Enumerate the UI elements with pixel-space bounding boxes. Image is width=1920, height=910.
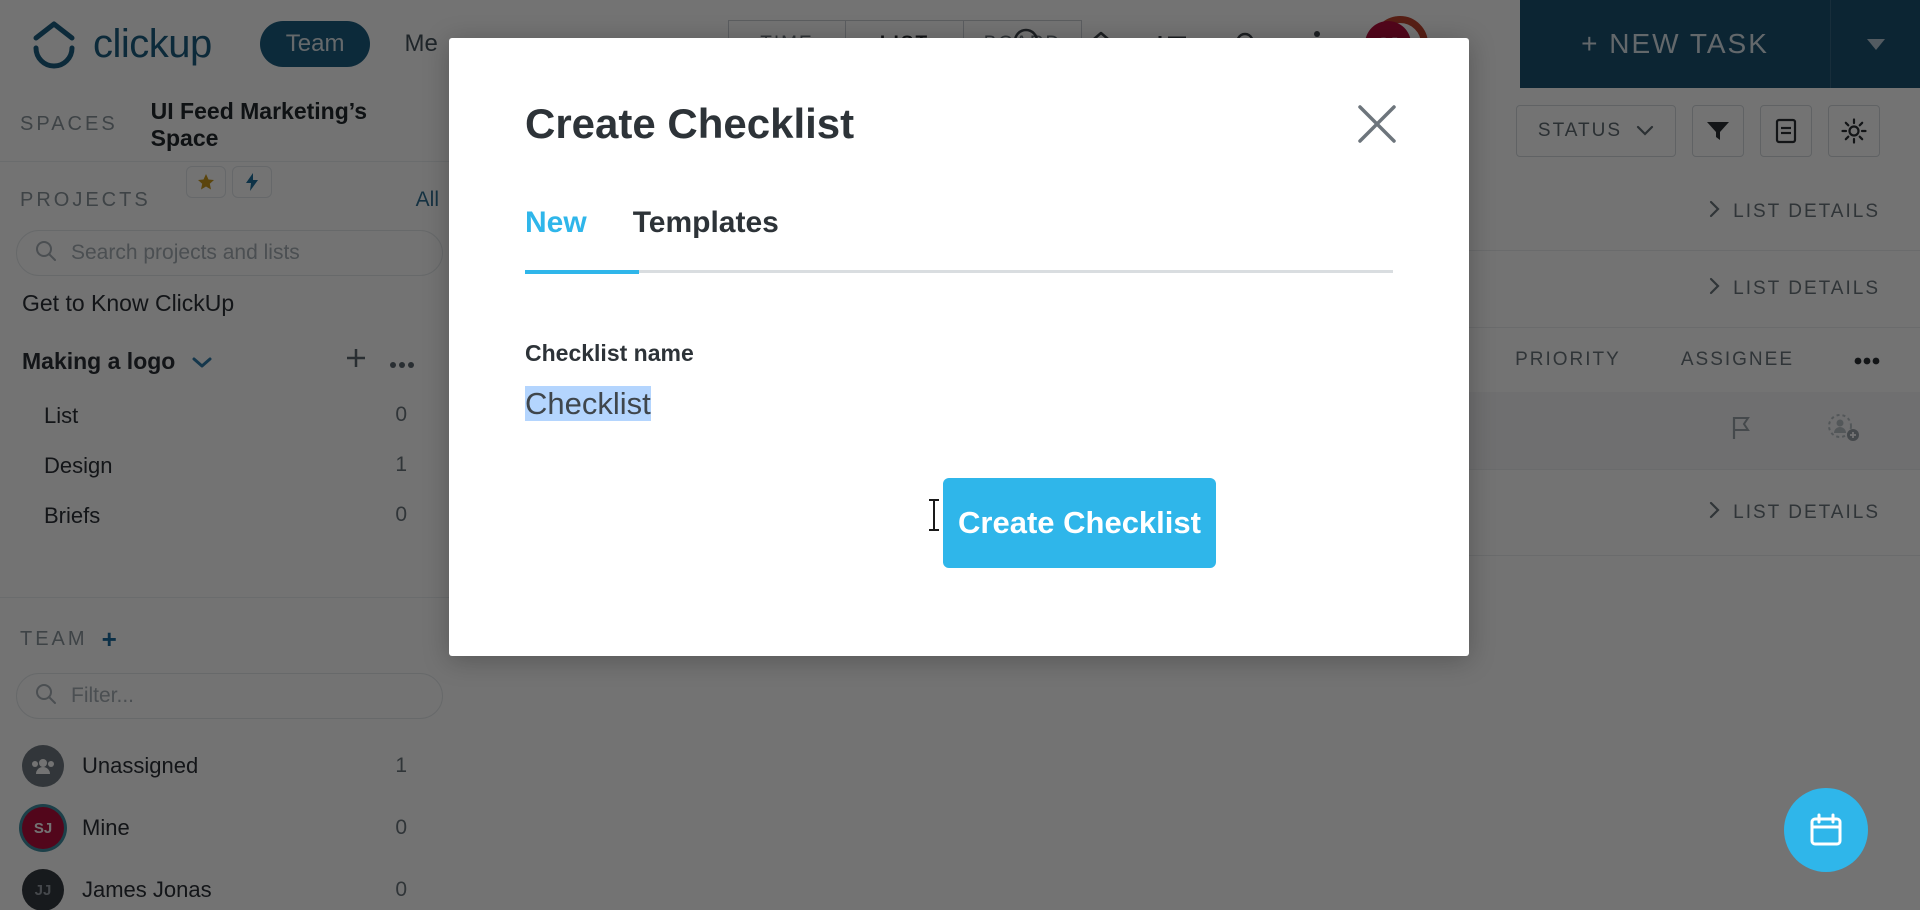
calendar-icon — [1810, 813, 1842, 846]
team-member-mine[interactable]: SJ Mine 0 — [0, 797, 459, 859]
modal-tab-active-indicator — [525, 270, 639, 274]
more-options-icon[interactable] — [389, 348, 437, 375]
chevron-right-icon — [1709, 200, 1721, 224]
member-task-count: 1 — [395, 754, 407, 777]
new-task-label: + NEW TASK — [1581, 28, 1769, 59]
list-count: 0 — [395, 403, 407, 426]
create-checklist-modal: Create Checklist New Templates Checklist… — [449, 38, 1469, 656]
scope-team-button[interactable]: Team — [259, 21, 371, 67]
lightning-icon[interactable] — [232, 166, 272, 198]
modal-title: Create Checklist — [525, 100, 855, 147]
project-row-actions — [343, 345, 437, 377]
member-name: Mine — [82, 815, 130, 840]
new-task-dropdown-icon[interactable] — [1830, 0, 1920, 88]
member-task-count: 0 — [395, 878, 407, 901]
project-name: Making a logo — [22, 347, 176, 374]
checklist-name-label: Checklist name — [525, 340, 694, 366]
team-member-james-jonas[interactable]: JJ James Jonas 0 — [0, 859, 459, 910]
star-icon[interactable] — [186, 166, 226, 198]
tab-templates[interactable]: Templates — [633, 206, 779, 262]
list-item-list[interactable]: List 0 — [0, 391, 459, 441]
tab-new[interactable]: New — [525, 206, 587, 262]
list-details-label: LIST DETAILS — [1733, 501, 1880, 523]
group-icon — [22, 745, 64, 787]
brand-name: clickup — [93, 21, 212, 66]
list-item-briefs[interactable]: Briefs 0 — [0, 491, 459, 541]
list-item-design[interactable]: Design 1 — [0, 441, 459, 491]
space-name[interactable]: UI Feed Marketing’s Space — [151, 98, 439, 152]
checklist-name-input[interactable]: Checklist — [525, 386, 1085, 422]
list-count: 0 — [395, 503, 407, 526]
team-member-unassigned[interactable]: Unassigned 1 — [0, 735, 459, 797]
add-list-icon[interactable] — [343, 345, 369, 377]
member-task-count: 0 — [395, 816, 407, 839]
list-details-toggle[interactable]: LIST DETAILS — [1709, 501, 1880, 525]
project-search-placeholder: Search projects and lists — [71, 241, 300, 264]
spaces-header: SPACES UI Feed Marketing’s Space — [0, 88, 459, 162]
checklist-name-value: Checklist — [525, 386, 651, 421]
team-header: TEAM + — [0, 598, 459, 665]
text-cursor-icon — [927, 498, 941, 532]
modal-tab-divider — [525, 270, 1393, 273]
team-filter-input[interactable]: Filter... — [16, 673, 443, 719]
team-filter-placeholder: Filter... — [71, 684, 135, 707]
status-label: STATUS — [1537, 120, 1623, 141]
chevron-right-icon — [1709, 501, 1721, 525]
gear-icon[interactable] — [1828, 105, 1880, 157]
scope-toggle: Team Me — [259, 21, 464, 67]
avatar: SJ — [22, 807, 64, 849]
chevron-right-icon — [1709, 277, 1721, 301]
search-icon — [35, 240, 57, 267]
clickup-logo-icon — [28, 18, 80, 70]
avatar: JJ — [22, 869, 64, 910]
space-badges — [186, 166, 272, 198]
avatar-initials: JJ — [34, 881, 52, 899]
list-details-toggle[interactable]: LIST DETAILS — [1709, 200, 1880, 224]
list-details-toggle[interactable]: LIST DETAILS — [1709, 277, 1880, 301]
column-header-assignee[interactable]: ASSIGNEE — [1681, 349, 1794, 371]
calendar-fab-button[interactable] — [1784, 788, 1868, 872]
status-filter-dropdown[interactable]: STATUS — [1516, 105, 1676, 157]
list-details-label: LIST DETAILS — [1733, 278, 1880, 299]
avatar-initials: SJ — [33, 819, 53, 837]
team-label: TEAM — [20, 628, 88, 650]
app-logo[interactable]: clickup — [0, 18, 212, 70]
modal-tab-bar: New Templates — [525, 206, 779, 262]
list-count: 1 — [395, 453, 407, 476]
close-icon[interactable] — [1355, 102, 1399, 146]
column-header-priority[interactable]: PRIORITY — [1515, 349, 1621, 371]
list-name: List — [44, 403, 79, 428]
create-checklist-button[interactable]: Create Checklist — [943, 478, 1216, 568]
projects-all-filter[interactable]: All — [416, 188, 439, 212]
member-name: Unassigned — [82, 753, 199, 778]
list-name: Design — [44, 453, 113, 478]
clickup-app: clickup Team Me TIME LIST BOARD — [0, 0, 1920, 910]
list-name: Briefs — [44, 503, 101, 528]
priority-flag-icon[interactable] — [1730, 415, 1752, 446]
search-icon — [35, 683, 57, 710]
chevron-down-icon — [1636, 120, 1654, 142]
spaces-label: SPACES — [20, 113, 118, 135]
document-icon[interactable] — [1760, 105, 1812, 157]
new-task-button[interactable]: + NEW TASK — [1520, 0, 1920, 88]
project-item-get-to-know-clickup[interactable]: Get to Know ClickUp — [0, 276, 459, 331]
assignee-add-icon[interactable] — [1826, 413, 1860, 448]
member-name: James Jonas — [82, 877, 212, 902]
project-search-input[interactable]: Search projects and lists — [16, 230, 443, 276]
left-sidebar: SPACES UI Feed Marketing’s Space PROJECT… — [0, 88, 459, 910]
more-options-icon[interactable] — [1854, 349, 1880, 371]
project-item-making-a-logo[interactable]: Making a logo — [0, 331, 459, 391]
list-details-label: LIST DETAILS — [1733, 201, 1880, 222]
add-team-member-icon[interactable]: + — [102, 624, 117, 655]
filter-icon[interactable] — [1692, 105, 1744, 157]
chevron-down-icon[interactable] — [191, 348, 213, 375]
